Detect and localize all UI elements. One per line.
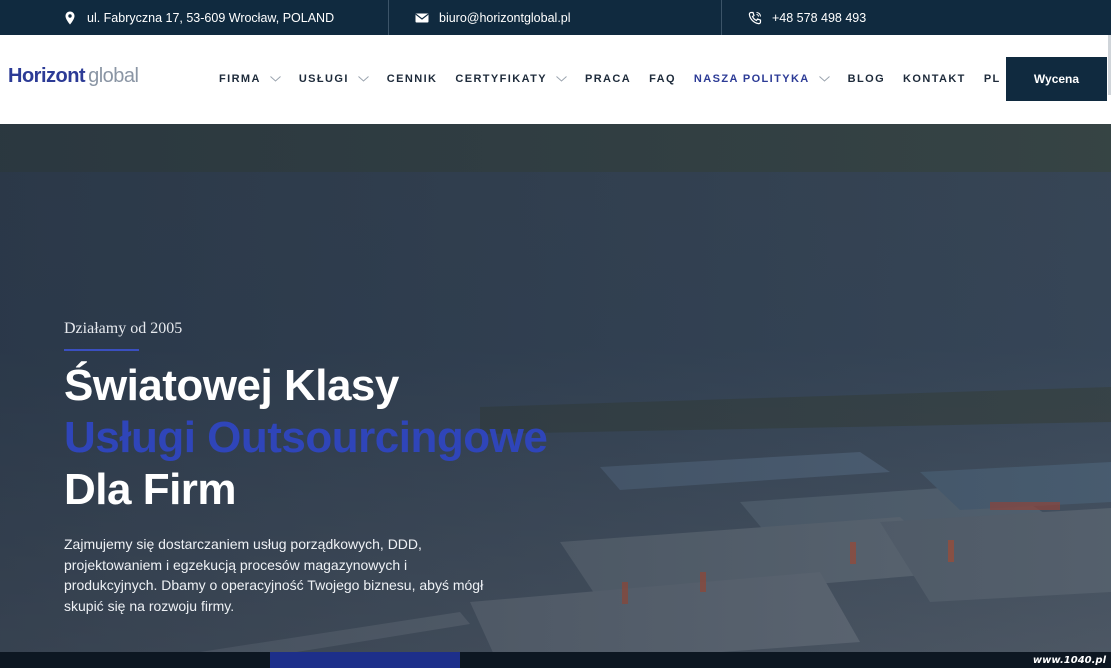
chevron-down-icon xyxy=(269,76,281,82)
phone-icon xyxy=(748,11,762,25)
main-nav: FIRMA USŁUGI CENNIK CERTYFIKATY PRACA FA… xyxy=(219,73,1039,85)
nav-item-label: BLOG xyxy=(847,73,886,85)
phone-link[interactable]: +48 578 498 493 xyxy=(772,11,866,25)
envelope-icon xyxy=(415,11,429,25)
logo-text-light: global xyxy=(88,65,139,87)
language-label: PL xyxy=(983,73,1001,85)
nav-item-label: CENNIK xyxy=(386,73,438,85)
nav-item-nasza-polityka[interactable]: NASZA POLITYKA xyxy=(694,73,830,85)
address-text: ul. Fabryczna 17, 53-609 Wrocław, POLAND xyxy=(87,10,335,25)
nav-item-kontakt[interactable]: KONTAKT xyxy=(903,73,966,85)
nav-item-praca[interactable]: PRACA xyxy=(585,73,631,85)
hero-title-line-1: Światowej Klasy xyxy=(64,361,399,410)
nav-item-uslugi[interactable]: USŁUGI xyxy=(299,73,369,85)
chevron-down-icon xyxy=(357,76,369,82)
nav-item-firma[interactable]: FIRMA xyxy=(219,73,281,85)
hero-section: Działamy od 2005 Światowej Klasy Usługi … xyxy=(0,124,1111,668)
chevron-down-icon xyxy=(818,76,830,82)
hero-bottom-strip xyxy=(0,652,1111,668)
location-pin-icon xyxy=(63,11,77,25)
nav-item-cennik[interactable]: CENNIK xyxy=(387,73,438,85)
hero-eyebrow: Działamy od 2005 xyxy=(64,320,183,337)
hero-description: Zajmujemy się dostarczaniem usług porząd… xyxy=(64,536,484,614)
site-header: Horizont global FIRMA USŁUGI CENNIK CERTY… xyxy=(0,35,1111,124)
watermark: www.1040.pl xyxy=(1032,655,1106,666)
logo-text-bold: Horizont xyxy=(8,65,86,87)
eyebrow-underline xyxy=(64,349,139,351)
chevron-down-icon xyxy=(556,76,567,82)
hero-title-line-2: Usługi Outsourcingowe xyxy=(64,413,548,462)
nav-item-label: FAQ xyxy=(649,73,676,85)
nav-item-certyfikaty[interactable]: CERTYFIKATY xyxy=(455,73,567,85)
nav-item-label: FIRMA xyxy=(219,73,261,85)
nav-item-blog[interactable]: BLOG xyxy=(848,73,885,85)
hero-title-line-3: Dla Firm xyxy=(64,465,237,514)
nav-item-faq[interactable]: FAQ xyxy=(649,73,676,85)
quote-button[interactable]: Wycena xyxy=(1006,57,1107,101)
nav-item-label: CERTYFIKATY xyxy=(455,73,547,85)
nav-item-label: NASZA POLITYKA xyxy=(693,73,810,85)
address-cell: ul. Fabryczna 17, 53-609 Wrocław, POLAND xyxy=(0,0,389,35)
contact-bar: ul. Fabryczna 17, 53-609 Wrocław, POLAND… xyxy=(0,0,1111,35)
email-cell[interactable]: biuro@horizontglobal.pl xyxy=(389,0,722,35)
nav-item-label: KONTAKT xyxy=(903,73,966,85)
site-logo[interactable]: Horizont global xyxy=(8,65,139,88)
hero-bottom-accent xyxy=(270,652,460,668)
nav-item-label: USŁUGI xyxy=(298,73,349,85)
nav-item-label: PRACA xyxy=(584,73,632,85)
phone-cell[interactable]: +48 578 498 493 xyxy=(722,0,1111,35)
email-link[interactable]: biuro@horizontglobal.pl xyxy=(439,11,571,25)
hero-title: Światowej Klasy Usługi Outsourcingowe Dl… xyxy=(64,360,548,516)
